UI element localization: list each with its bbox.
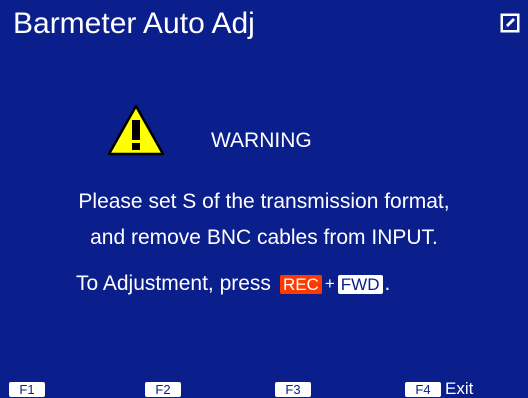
instruction-prefix: To Adjustment, press xyxy=(76,272,271,295)
page-title: Barmeter Auto Adj xyxy=(13,7,255,40)
f3-key[interactable]: F3 xyxy=(275,381,311,397)
warning-icon xyxy=(107,104,165,156)
edit-icon[interactable] xyxy=(500,13,520,33)
rec-key: REC xyxy=(279,274,322,294)
f4-key[interactable]: F4 xyxy=(405,381,441,397)
softkey-f2[interactable]: F2 xyxy=(145,380,181,398)
exit-label: Exit xyxy=(445,379,474,398)
instruction-suffix: . xyxy=(384,272,391,295)
f1-key[interactable]: F1 xyxy=(9,381,45,397)
message-line-2: and remove BNC cables from INPUT. xyxy=(90,226,438,249)
softkey-f4-exit[interactable]: F4 Exit xyxy=(405,380,473,398)
plus-sign: + xyxy=(324,274,335,293)
message-line-1: Please set S of the transmission format, xyxy=(78,190,450,213)
fwd-key: FWD xyxy=(337,274,383,294)
screen: Barmeter Auto Adj WARNING Please set S o… xyxy=(0,0,528,398)
f2-key[interactable]: F2 xyxy=(145,381,181,397)
softkey-f1[interactable]: F1 xyxy=(9,380,45,398)
warning-label: WARNING xyxy=(211,129,312,152)
softkey-f3[interactable]: F3 xyxy=(275,380,311,398)
adjust-instruction: To Adjustment, press REC + FWD . xyxy=(76,271,390,297)
